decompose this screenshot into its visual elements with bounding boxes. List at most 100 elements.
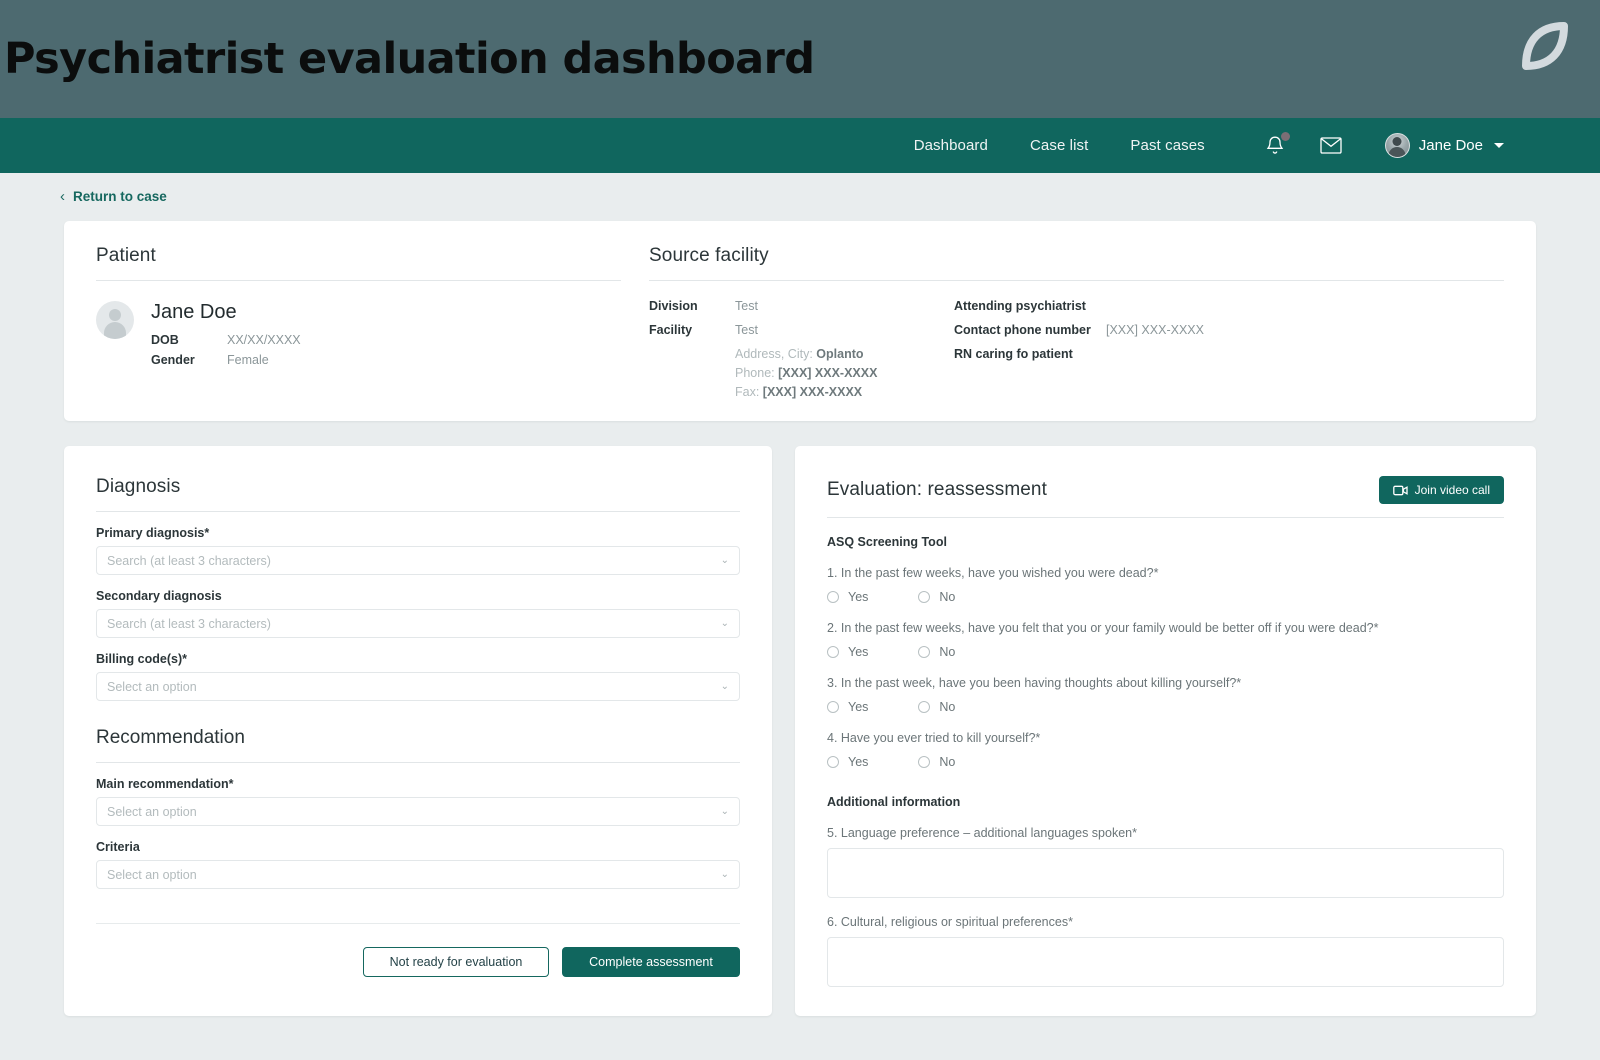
facility-grid: Division Test Facility Test Address, Cit… <box>649 299 1504 404</box>
question-3-yes[interactable]: Yes <box>827 700 868 714</box>
join-video-call-button[interactable]: Join video call <box>1378 476 1504 504</box>
return-to-case-link[interactable]: Return to case <box>73 189 167 204</box>
option-label: No <box>939 590 956 604</box>
nav-item-case-list[interactable]: Case list <box>1030 137 1088 154</box>
recommendation-section-title: Recommendation <box>96 727 245 748</box>
divider <box>649 280 1504 281</box>
user-menu[interactable]: Jane Doe <box>1384 133 1504 158</box>
field-label: Division <box>649 299 698 313</box>
avatar <box>1384 133 1410 158</box>
field-value: Test <box>735 323 758 337</box>
radio-icon <box>827 646 839 658</box>
question-4-no[interactable]: No <box>918 755 955 769</box>
secondary-diagnosis-input[interactable]: Search (at least 3 characters) ⌄ <box>96 609 740 638</box>
facility-field-facility: Facility Test <box>649 323 954 337</box>
facility-field-rn-caring: RN caring fo patient <box>954 347 1474 361</box>
radio-icon <box>918 591 931 603</box>
field-label: Facility <box>649 323 693 337</box>
app-page: Psychiatrist evaluation dashboard Dashbo… <box>0 0 1600 1060</box>
question-3-no[interactable]: No <box>918 700 955 714</box>
question-4-text: 4. Have you ever tried to kill yourself?… <box>827 731 1041 745</box>
field-label: Attending psychiatrist <box>954 299 1086 313</box>
divider <box>96 280 621 281</box>
facility-field-contact-phone: Contact phone number [XXX] XXX-XXXX <box>954 323 1474 337</box>
question-1-yes[interactable]: Yes <box>827 590 868 604</box>
question-2-yes[interactable]: Yes <box>827 645 868 659</box>
additional-information-title: Additional information <box>827 795 961 809</box>
field-value: [XXX] XXX-XXXX <box>1106 323 1204 337</box>
chevron-down-icon: ⌄ <box>720 869 729 880</box>
facility-section-title: Source facility <box>649 245 769 266</box>
breadcrumb[interactable]: ‹ Return to case <box>60 189 167 204</box>
address-label: Address, City: <box>735 347 813 361</box>
billing-codes-select[interactable]: Select an option ⌄ <box>96 672 740 701</box>
notifications-bell-icon[interactable] <box>1263 131 1290 158</box>
fax-label: Fax: <box>735 385 760 399</box>
divider <box>96 511 740 512</box>
question-3-text: 3. In the past week, have you been havin… <box>827 676 1242 690</box>
option-label: Yes <box>848 700 869 714</box>
video-camera-icon <box>1392 485 1408 495</box>
chevron-left-icon: ‹ <box>60 188 65 205</box>
main-recommendation-select[interactable]: Select an option ⌄ <box>96 797 740 826</box>
option-label: Yes <box>848 590 869 604</box>
facility-fax-line: Fax: [XXX] XXX-XXXX <box>735 385 954 399</box>
fax-value: [XXX] XXX-XXXX <box>762 385 863 399</box>
question-3-options: Yes No <box>827 700 1504 714</box>
nav-links: Dashboard Case list Past cases <box>914 137 1205 154</box>
page-title: Psychiatrist evaluation dashboard <box>4 33 815 84</box>
patient-body: Jane Doe DOB XX/XX/XXXX Gender Female <box>96 301 621 373</box>
radio-icon <box>827 701 839 713</box>
chevron-down-icon: ⌄ <box>720 555 729 566</box>
chevron-down-icon: ⌄ <box>720 618 729 629</box>
nav-item-past-cases[interactable]: Past cases <box>1130 137 1204 154</box>
placeholder: Search (at least 3 characters) <box>107 616 271 631</box>
content-area: ‹ Return to case Patient Jane Doe DOB XX… <box>0 173 1600 1060</box>
diagnosis-section-title: Diagnosis <box>96 476 181 497</box>
address-value: Oplanto <box>816 347 864 361</box>
question-4-yes[interactable]: Yes <box>827 755 868 769</box>
evaluation-header: Evaluation: reassessment Join video call <box>827 476 1504 504</box>
chevron-down-icon <box>1494 143 1504 148</box>
chevron-down-icon: ⌄ <box>720 806 729 817</box>
facility-right-column: Attending psychiatrist Contact phone num… <box>954 299 1474 404</box>
patient-field-dob: DOB XX/XX/XXXX <box>151 333 301 347</box>
criteria-select[interactable]: Select an option ⌄ <box>96 860 740 889</box>
left-card-body: Diagnosis Primary diagnosis* Search (at … <box>64 446 772 977</box>
action-buttons: Not ready for evaluation Complete assess… <box>96 947 740 977</box>
diagnosis-recommendation-card: Diagnosis Primary diagnosis* Search (at … <box>64 446 772 1016</box>
leaf-logo-icon <box>1522 22 1568 70</box>
label-criteria: Criteria <box>96 840 140 854</box>
primary-diagnosis-input[interactable]: Search (at least 3 characters) ⌄ <box>96 546 740 575</box>
field-value: XX/XX/XXXX <box>227 333 301 347</box>
chevron-down-icon: ⌄ <box>720 681 729 692</box>
field-label: Contact phone number <box>954 323 1091 337</box>
placeholder: Select an option <box>107 804 197 819</box>
label-main-recommendation: Main recommendation* <box>96 777 234 791</box>
question-1-options: Yes No <box>827 590 1504 604</box>
option-label: No <box>939 645 956 659</box>
evaluation-section-title: Evaluation: reassessment <box>827 479 1047 500</box>
question-5-textarea[interactable] <box>827 848 1504 898</box>
user-name: Jane Doe <box>1418 137 1483 154</box>
nav-item-dashboard[interactable]: Dashboard <box>914 137 988 154</box>
question-1-text: 1. In the past few weeks, have you wishe… <box>827 566 1159 580</box>
question-2-options: Yes No <box>827 645 1504 659</box>
radio-icon <box>827 591 839 603</box>
messages-envelope-icon[interactable] <box>1319 134 1343 158</box>
field-value: Test <box>735 299 758 313</box>
question-2-no[interactable]: No <box>918 645 955 659</box>
notification-badge <box>1280 131 1290 141</box>
radio-icon <box>918 756 931 768</box>
label-secondary-diagnosis: Secondary diagnosis <box>96 589 222 603</box>
question-2-text: 2. In the past few weeks, have you felt … <box>827 621 1379 635</box>
field-label: Gender <box>151 353 195 367</box>
evaluation-card: Evaluation: reassessment Join video call… <box>795 446 1536 1016</box>
question-1-no[interactable]: No <box>918 590 955 604</box>
question-5-text: 5. Language preference – additional lang… <box>827 826 1137 840</box>
phone-label: Phone: <box>735 366 775 380</box>
complete-assessment-button[interactable]: Complete assessment <box>562 947 740 977</box>
question-6-textarea[interactable] <box>827 937 1504 987</box>
facility-phone-line: Phone: [XXX] XXX-XXXX <box>735 366 954 380</box>
not-ready-for-evaluation-button[interactable]: Not ready for evaluation <box>363 947 549 977</box>
